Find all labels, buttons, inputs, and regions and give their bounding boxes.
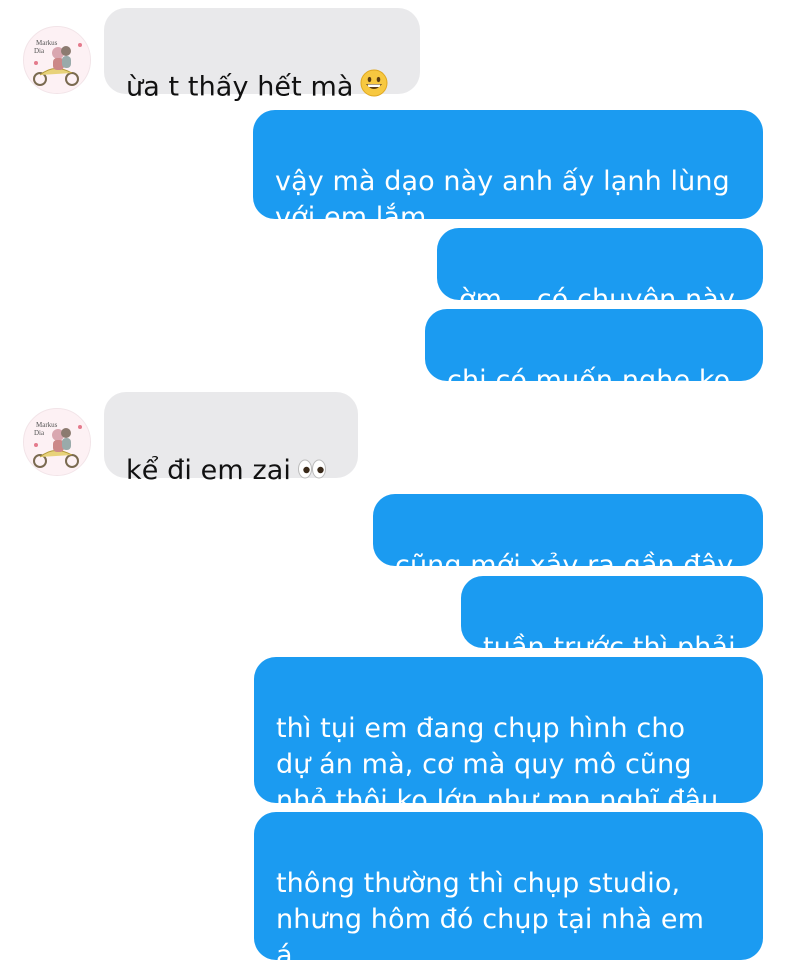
eyes-icon [297,454,327,490]
message-thread: Markus Dia ừa t thấy hết mà vậy mà dạo n… [0,0,786,971]
message-bubble-outgoing[interactable]: vậy mà dạo này anh ấy lạnh lùng với em l… [253,110,763,233]
svg-text:Markus: Markus [36,39,58,47]
message-text: thì tụi em đang chụp hình cho dự án mà, … [276,713,719,816]
message-bubble-outgoing[interactable]: thông thường thì chụp studio, nhưng hôm … [254,812,763,971]
message-text: chị có muốn nghe ko [447,365,731,396]
grinning-face-icon [360,69,388,107]
message-bubble-incoming[interactable]: ừa t thấy hết mà [104,8,420,103]
svg-text:Dia: Dia [34,429,45,437]
message-text: thông thường thì chụp studio, nhưng hôm … [276,868,704,971]
message-bubble-outgoing[interactable]: thì tụi em đang chụp hình cho dự án mà, … [254,657,763,816]
svg-text:Dia: Dia [34,47,45,55]
message-bubble-outgoing[interactable]: chị có muốn nghe ko [425,309,763,396]
couple-on-scooter-avatar-icon: Markus Dia [24,409,90,475]
contact-avatar[interactable]: Markus Dia [23,26,91,94]
contact-avatar[interactable]: Markus Dia [23,408,91,476]
message-bubble-incoming[interactable]: kể đi em zai [104,392,358,486]
message-text: vậy mà dạo này anh ấy lạnh lùng với em l… [275,166,730,233]
couple-on-scooter-avatar-icon: Markus Dia [24,27,90,93]
message-text: kể đi em zai [126,455,291,486]
svg-text:Markus: Markus [36,421,58,429]
message-bubble-outgoing[interactable]: ờm... có chuyện này [437,228,763,315]
message-text: ừa t thấy hết mà [126,71,354,103]
message-bubble-outgoing[interactable]: cũng mới xảy ra gần đây [373,494,763,581]
message-bubble-outgoing[interactable]: tuần trước thì phải [461,576,763,663]
